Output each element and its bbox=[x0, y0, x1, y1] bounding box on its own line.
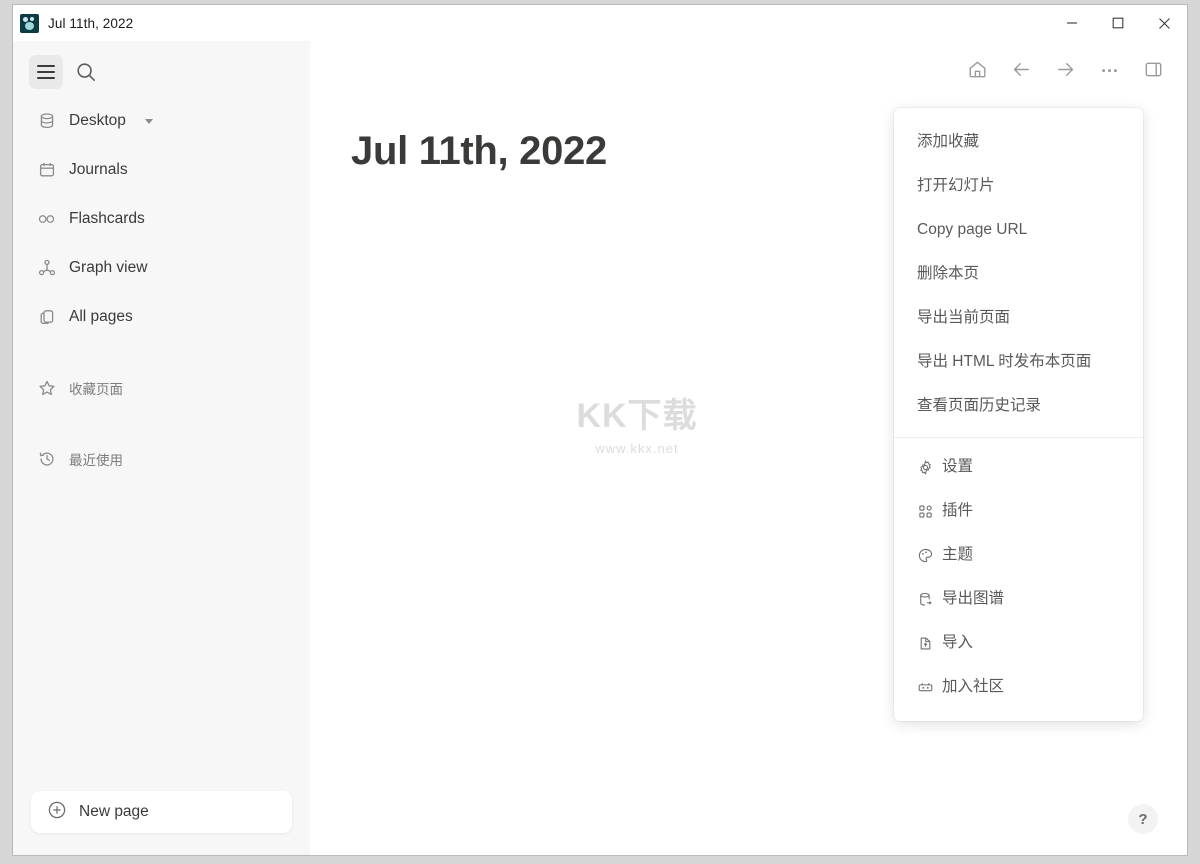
window-controls bbox=[1049, 5, 1187, 41]
new-page-wrapper: New page bbox=[13, 791, 310, 855]
back-button[interactable] bbox=[1005, 53, 1037, 85]
sidebar-item-label: 最近使用 bbox=[69, 453, 123, 468]
maximize-button[interactable] bbox=[1095, 5, 1141, 41]
main-content: Jul 11th, 2022 KK下载 www.kkx.net ? 添加收藏 打… bbox=[310, 41, 1187, 855]
database-export-icon bbox=[917, 591, 933, 607]
sidebar-nav-list: Desktop Journals Flashcards Graph view A… bbox=[13, 105, 310, 492]
menu-item-label: 删除本页 bbox=[917, 265, 980, 283]
minimize-button[interactable] bbox=[1049, 5, 1095, 41]
sidebar-item-label: Journals bbox=[69, 161, 128, 178]
help-button[interactable]: ? bbox=[1128, 804, 1158, 834]
menu-item-plugins[interactable]: 插件 bbox=[894, 489, 1143, 533]
sidebar-item-label: Desktop bbox=[69, 112, 126, 129]
menu-item-publish-on-html-export[interactable]: 导出 HTML 时发布本页面 bbox=[894, 340, 1143, 384]
new-page-button[interactable]: New page bbox=[31, 791, 292, 833]
app-window: Jul 11th, 2022 Desktop Journals Flashcar… bbox=[12, 4, 1188, 856]
menu-item-themes[interactable]: 主题 bbox=[894, 533, 1143, 577]
menu-item-label: 设置 bbox=[942, 458, 974, 476]
sidebar-item-all-pages[interactable]: All pages bbox=[13, 301, 310, 333]
home-button[interactable] bbox=[961, 53, 993, 85]
palette-icon bbox=[917, 547, 933, 563]
plugin-grid-icon bbox=[917, 503, 933, 519]
menu-item-copy-page-url[interactable]: Copy page URL bbox=[894, 208, 1143, 252]
sidebar-top-bar bbox=[13, 41, 310, 89]
menu-item-label: 导出图谱 bbox=[942, 590, 1005, 608]
sidebar-item-label: All pages bbox=[69, 308, 133, 325]
sidebar-item-label: 收藏页面 bbox=[69, 382, 123, 397]
menu-item-settings[interactable]: 设置 bbox=[894, 445, 1143, 489]
sidebar-item-desktop[interactable]: Desktop bbox=[13, 105, 310, 137]
menu-item-add-favorite[interactable]: 添加收藏 bbox=[894, 120, 1143, 164]
menu-item-label: Copy page URL bbox=[917, 221, 1028, 239]
page-title[interactable]: Jul 11th, 2022 bbox=[351, 129, 607, 174]
hamburger-icon bbox=[37, 63, 55, 81]
left-sidebar: Desktop Journals Flashcards Graph view A… bbox=[13, 41, 310, 855]
menu-item-import[interactable]: 导入 bbox=[894, 621, 1143, 665]
menu-separator bbox=[894, 437, 1143, 438]
menu-item-open-slideshow[interactable]: 打开幻灯片 bbox=[894, 164, 1143, 208]
top-toolbar bbox=[961, 53, 1169, 85]
sidebar-item-recent[interactable]: 最近使用 bbox=[13, 443, 310, 475]
menu-item-export-current-page[interactable]: 导出当前页面 bbox=[894, 296, 1143, 340]
star-icon bbox=[37, 379, 56, 398]
file-import-icon bbox=[917, 635, 933, 651]
chevron-down-icon[interactable] bbox=[144, 118, 153, 124]
gear-icon bbox=[917, 459, 933, 475]
menu-item-label: 查看页面历史记录 bbox=[917, 397, 1042, 415]
search-icon bbox=[77, 63, 96, 82]
menu-item-label: 添加收藏 bbox=[917, 133, 980, 151]
plus-circle-icon bbox=[47, 800, 67, 825]
sidebar-item-favorites[interactable]: 收藏页面 bbox=[13, 372, 310, 404]
sidebar-item-flashcards[interactable]: Flashcards bbox=[13, 203, 310, 235]
menu-item-label: 导出 HTML 时发布本页面 bbox=[917, 353, 1092, 371]
title-bar: Jul 11th, 2022 bbox=[13, 5, 1187, 41]
sidebar-item-graph-view[interactable]: Graph view bbox=[13, 252, 310, 284]
right-sidebar-toggle-button[interactable] bbox=[1137, 53, 1169, 85]
menu-item-delete-page[interactable]: 删除本页 bbox=[894, 252, 1143, 296]
copy-pages-icon bbox=[37, 308, 56, 327]
menu-item-label: 插件 bbox=[942, 502, 974, 520]
menu-item-label: 加入社区 bbox=[942, 678, 1005, 696]
menu-item-join-community[interactable]: 加入社区 bbox=[894, 665, 1143, 709]
menu-item-export-graph[interactable]: 导出图谱 bbox=[894, 577, 1143, 621]
search-button[interactable] bbox=[69, 55, 103, 89]
sidebar-item-label: Graph view bbox=[69, 259, 148, 276]
app-body: Desktop Journals Flashcards Graph view A… bbox=[13, 41, 1187, 855]
menu-item-label: 导入 bbox=[942, 634, 974, 652]
menu-item-label: 导出当前页面 bbox=[917, 309, 1011, 327]
window-title: Jul 11th, 2022 bbox=[48, 15, 134, 31]
watermark: KK下载 www.kkx.net bbox=[542, 399, 732, 456]
discord-icon bbox=[917, 679, 933, 695]
sidebar-item-journals[interactable]: Journals bbox=[13, 154, 310, 186]
calendar-icon bbox=[37, 161, 56, 180]
close-button[interactable] bbox=[1141, 5, 1187, 41]
watermark-line1: KK下载 bbox=[576, 397, 698, 435]
menu-item-label: 主题 bbox=[942, 546, 974, 564]
sidebar-item-label: Flashcards bbox=[69, 210, 145, 227]
graph-icon bbox=[37, 259, 56, 278]
menu-toggle-button[interactable] bbox=[29, 55, 63, 89]
menu-item-label: 打开幻灯片 bbox=[917, 177, 995, 195]
forward-button[interactable] bbox=[1049, 53, 1081, 85]
logseq-logo-icon bbox=[20, 13, 39, 33]
new-page-label: New page bbox=[79, 803, 149, 820]
more-options-button[interactable] bbox=[1093, 53, 1125, 85]
watermark-line2: www.kkx.net bbox=[595, 441, 679, 456]
page-options-dropdown-menu: 添加收藏 打开幻灯片 Copy page URL 删除本页 导出当前页面 导出 … bbox=[894, 108, 1143, 721]
clock-history-icon bbox=[37, 450, 56, 469]
infinity-icon bbox=[37, 210, 56, 229]
menu-item-page-history[interactable]: 查看页面历史记录 bbox=[894, 384, 1143, 428]
database-icon bbox=[37, 112, 56, 131]
